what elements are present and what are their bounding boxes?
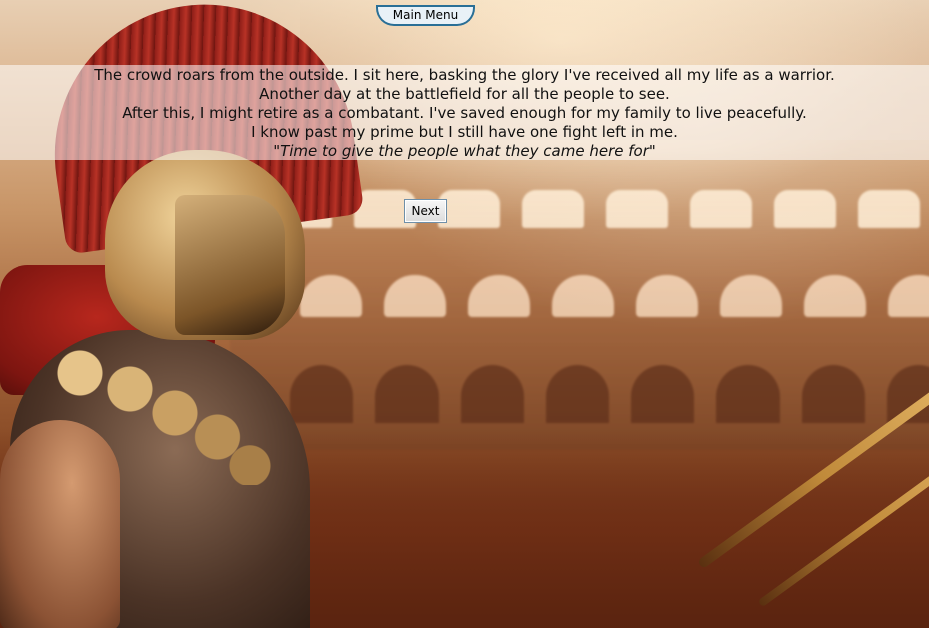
- story-line-2: Another day at the battlefield for all t…: [259, 85, 670, 103]
- main-menu-button[interactable]: Main Menu: [376, 5, 475, 26]
- story-text-panel: The crowd roars from the outside. I sit …: [0, 65, 929, 160]
- story-line-3: After this, I might retire as a combatan…: [122, 104, 807, 122]
- story-line-1: The crowd roars from the outside. I sit …: [94, 66, 835, 84]
- shoulder-plates: [30, 325, 280, 485]
- story-line-4: I know past my prime but I still have on…: [251, 123, 678, 141]
- next-button[interactable]: Next: [404, 199, 447, 223]
- helmet-visor: [175, 195, 285, 335]
- story-quote-line: "Time to give the people what they came …: [273, 142, 656, 160]
